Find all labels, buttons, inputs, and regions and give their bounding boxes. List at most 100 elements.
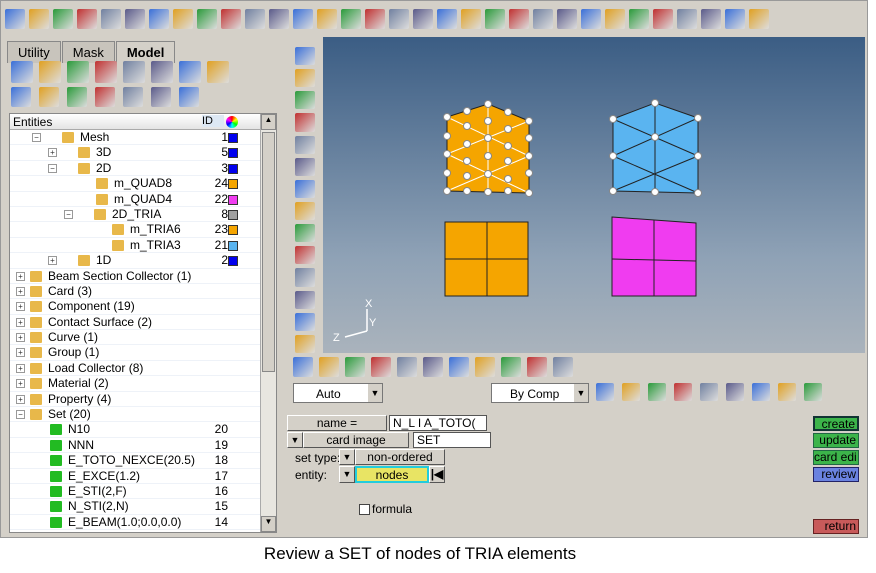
tree-item[interactable]: + Load Collector (8) (10, 361, 276, 377)
card-icon[interactable] (151, 61, 173, 83)
collapse-icon[interactable]: − (48, 163, 57, 173)
tree-item[interactable]: + Property (4) (10, 392, 276, 408)
expand-icon[interactable]: + (48, 256, 57, 266)
create-component-icon[interactable] (553, 357, 573, 377)
tree-item[interactable]: + Curve (1) (10, 330, 276, 346)
node-marker[interactable] (463, 157, 471, 165)
display-mode-dropdown[interactable]: Auto ▼ (293, 383, 383, 403)
mirror-icon[interactable] (295, 290, 315, 309)
tree-item[interactable]: + Material (2) (10, 376, 276, 392)
expand-icon[interactable]: + (16, 286, 25, 296)
save-icon[interactable] (53, 9, 73, 29)
tree-item[interactable]: − 2D_TRIA 8 (10, 207, 276, 223)
card-icon[interactable] (423, 357, 443, 377)
node-marker[interactable] (463, 172, 471, 180)
review-button[interactable]: review (813, 467, 859, 482)
return-button[interactable]: return (813, 519, 859, 534)
card-image-dropdown-icon[interactable]: ▼ (287, 432, 303, 448)
node-marker[interactable] (694, 114, 702, 122)
undo-icon[interactable] (557, 9, 577, 29)
tree-item[interactable]: − 2D 3 (10, 161, 276, 177)
pointer-icon[interactable] (95, 87, 115, 107)
tree-item[interactable]: + Card (3) (10, 284, 276, 300)
component-icon[interactable] (11, 61, 33, 83)
node-marker[interactable] (463, 140, 471, 148)
node-marker[interactable] (443, 169, 451, 177)
palette-icon[interactable] (605, 9, 625, 29)
tab-model[interactable]: Model (115, 41, 176, 63)
import-icon[interactable] (29, 9, 49, 29)
tree-item[interactable]: E_STI(2,F) 16 (10, 484, 276, 500)
color-swatch[interactable] (228, 133, 238, 143)
node-marker[interactable] (609, 152, 617, 160)
flip-icon[interactable] (389, 9, 409, 29)
node-marker[interactable] (525, 152, 533, 160)
chevron-down-icon[interactable]: ▼ (368, 384, 382, 402)
spin-icon[interactable] (413, 9, 433, 29)
tree-item[interactable]: N_STI(2,N) 15 (10, 499, 276, 515)
node-marker[interactable] (651, 99, 659, 107)
reset-selection-icon[interactable]: |◀ (429, 466, 445, 483)
card-edit-button[interactable]: card edi (813, 450, 859, 465)
node-marker[interactable] (504, 125, 512, 133)
tab-mask[interactable]: Mask (61, 41, 115, 63)
node-marker[interactable] (463, 122, 471, 130)
axis-x-icon[interactable] (221, 9, 241, 29)
axis-y-icon[interactable] (701, 9, 721, 29)
node-marker[interactable] (443, 113, 451, 121)
open-file-icon[interactable] (461, 9, 481, 29)
expand-icon[interactable]: + (16, 379, 25, 389)
tree-item[interactable]: + Component (19) (10, 299, 276, 315)
expand-icon[interactable]: + (48, 148, 57, 158)
tree-item[interactable]: − Set (20) (10, 407, 276, 423)
color-swatch[interactable] (228, 240, 238, 251)
node-marker[interactable] (443, 150, 451, 158)
move-icon[interactable] (501, 357, 521, 377)
set-type-dropdown-icon[interactable]: ▼ (339, 449, 355, 465)
expand-icon[interactable]: + (16, 271, 25, 281)
tree-item[interactable]: E_EXCE(1.2) 17 (10, 469, 276, 484)
fit-icon[interactable] (317, 9, 337, 29)
tree-item[interactable]: m_QUAD8 24 (10, 176, 276, 192)
node-marker[interactable] (504, 108, 512, 116)
shrink-icon[interactable] (295, 135, 315, 154)
mask-icon[interactable] (295, 47, 315, 66)
pan-icon[interactable] (341, 9, 361, 29)
wireframe-icon[interactable] (804, 383, 822, 401)
node-marker[interactable] (651, 133, 659, 141)
material-icon[interactable] (95, 61, 117, 83)
color-wheel-icon[interactable] (226, 116, 238, 128)
tree-item[interactable]: m_QUAD4 22 (10, 192, 276, 207)
view-icon[interactable] (293, 9, 313, 29)
camera-icon[interactable] (295, 334, 315, 353)
label-abc-icon[interactable] (295, 246, 315, 265)
node-marker[interactable] (443, 187, 451, 195)
axis-z-icon[interactable] (725, 9, 745, 29)
node-marker[interactable] (694, 189, 702, 197)
node-marker[interactable] (484, 117, 492, 125)
expand-icon[interactable]: + (16, 302, 25, 312)
create-button[interactable]: create (813, 416, 859, 431)
mesh-icon[interactable] (295, 69, 315, 88)
collapse-icon[interactable]: − (16, 410, 25, 420)
entities-column-header[interactable]: Entities (13, 115, 52, 129)
surface-icon[interactable] (700, 383, 718, 401)
update-button[interactable]: update (813, 433, 859, 448)
cube-select-icon[interactable] (67, 87, 87, 107)
scroll-down-icon[interactable]: ▼ (261, 516, 276, 532)
assembly-icon[interactable] (39, 61, 61, 83)
load-icon[interactable] (397, 357, 417, 377)
rotate-left-icon[interactable] (197, 9, 217, 29)
node-marker[interactable] (484, 170, 492, 178)
help-icon[interactable] (527, 357, 547, 377)
tree-item[interactable]: N10 20 (10, 422, 276, 438)
card-image-button[interactable]: card image (303, 432, 409, 448)
expand-icon[interactable]: + (16, 394, 25, 404)
info-icon[interactable] (295, 201, 315, 221)
node-marker[interactable] (484, 152, 492, 160)
axis-x-icon[interactable] (677, 9, 697, 29)
tree-scrollbar[interactable]: ▲ ▼ (260, 114, 276, 532)
user-icon[interactable] (581, 9, 601, 29)
tree-item[interactable]: +3D 5 (10, 145, 276, 161)
export-icon[interactable] (77, 9, 97, 29)
